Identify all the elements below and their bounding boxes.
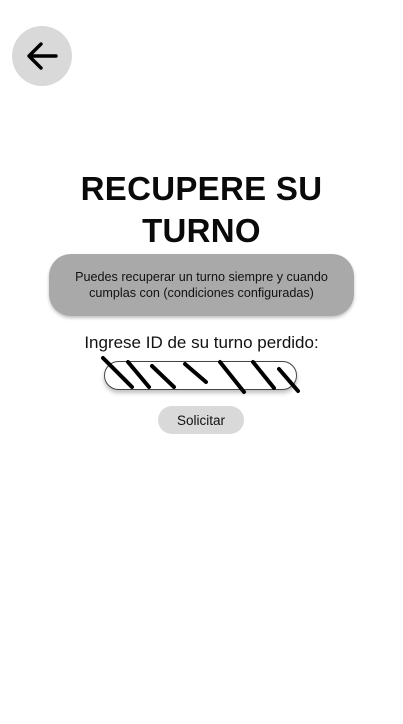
info-text-line-2: cumplas con (condiciones configuradas) [89, 286, 314, 300]
turn-id-input[interactable] [104, 361, 297, 390]
submit-button[interactable]: Solicitar [158, 406, 244, 434]
arrow-left-icon [27, 42, 58, 70]
turn-id-label: Ingrese ID de su turno perdido: [84, 333, 319, 352]
back-button[interactable] [12, 26, 72, 86]
conditions-info-card: Puedes recuperar un turno siempre y cuan… [49, 254, 354, 316]
page-title: RECUPERE SU TURNO [0, 168, 403, 252]
info-text-line-1: Puedes recuperar un turno siempre y cuan… [75, 270, 328, 284]
page-title-line-1: RECUPERE SU [80, 170, 323, 207]
page-title-line-2: TURNO [142, 212, 261, 249]
